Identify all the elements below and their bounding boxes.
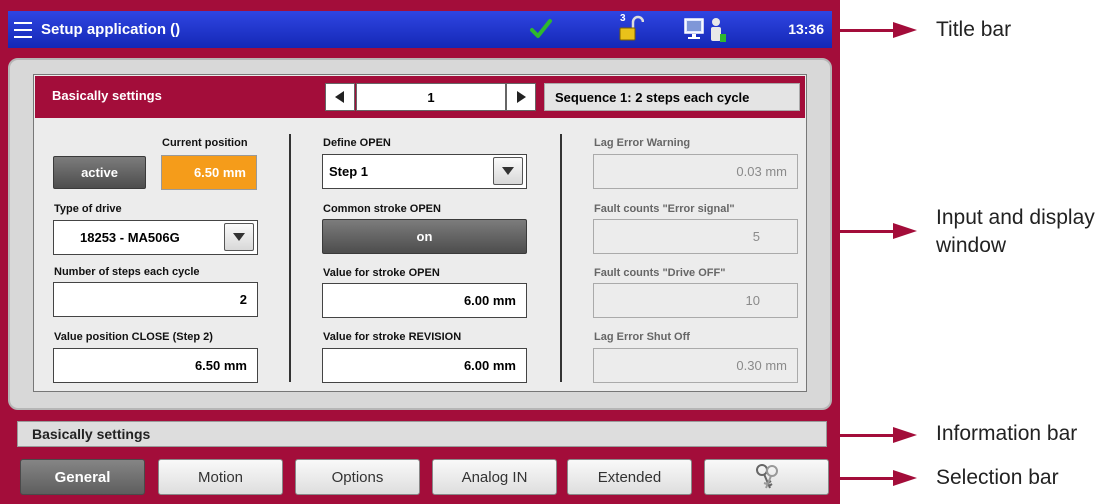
active-button[interactable]: active	[53, 156, 146, 189]
define-open-dropdown[interactable]: Step 1	[322, 154, 527, 189]
define-open-value: Step 1	[329, 164, 369, 179]
monitor-icon	[684, 18, 704, 39]
information-bar: Basically settings	[17, 421, 827, 447]
screenshot: Setup application () 3 13:36 Basically s…	[0, 0, 1120, 504]
column-divider	[289, 134, 291, 382]
tab-keys[interactable]	[704, 459, 829, 495]
lag-warning-value: 0.03 mm	[593, 154, 798, 189]
type-of-drive-dropdown[interactable]: 18253 - MA506G	[53, 220, 258, 255]
stroke-open-label: Value for stroke OPEN	[323, 267, 440, 279]
steps-each-cycle-label: Number of steps each cycle	[54, 266, 200, 278]
fault-error-signal-value: 5	[593, 219, 798, 254]
title-bar: Setup application () 3 13:36	[8, 11, 832, 48]
lag-shutoff-label: Lag Error Shut Off	[594, 331, 690, 343]
tab-extended[interactable]: Extended	[567, 459, 692, 495]
callout-arrow-icon	[893, 223, 917, 239]
close-position-label: Value position CLOSE (Step 2)	[54, 331, 213, 343]
tab-options[interactable]: Options	[295, 459, 420, 495]
callout-arrow-icon	[893, 22, 917, 38]
stroke-revision-label: Value for stroke REVISION	[323, 331, 462, 343]
lag-warning-label: Lag Error Warning	[594, 137, 691, 149]
lag-shutoff-value: 0.30 mm	[593, 348, 798, 383]
callout-arrow-icon	[893, 470, 917, 486]
current-position-value: 6.50 mm	[161, 155, 257, 190]
stroke-revision-input[interactable]: 6.00 mm	[322, 348, 527, 383]
type-of-drive-value: 18253 - MA506G	[80, 230, 180, 245]
chevron-down-icon	[502, 167, 514, 175]
arrow-right-icon	[517, 91, 526, 103]
arrow-left-icon	[335, 91, 344, 103]
clock: 13:36	[788, 21, 824, 37]
callout-information-bar: Information bar	[936, 422, 1078, 445]
keys-icon	[755, 464, 778, 489]
callout-line	[840, 230, 895, 233]
steps-each-cycle-input[interactable]: 2	[53, 282, 258, 317]
callout-line	[840, 29, 895, 32]
common-stroke-label: Common stroke OPEN	[323, 203, 441, 215]
app-title: Setup application ()	[41, 21, 181, 38]
close-position-input[interactable]: 6.50 mm	[53, 348, 258, 383]
checkmark-icon	[530, 19, 552, 38]
previous-sequence-button[interactable]	[325, 83, 355, 111]
type-of-drive-label: Type of drive	[54, 203, 122, 215]
common-stroke-toggle[interactable]: on	[322, 219, 527, 254]
operator-icon	[711, 18, 726, 42]
tab-analog-in[interactable]: Analog IN	[432, 459, 557, 495]
panel-title: Basically settings	[52, 88, 162, 103]
callout-input-display-window: Input and display window	[936, 206, 1095, 257]
dropdown-button[interactable]	[224, 223, 254, 251]
sequence-description: Sequence 1: 2 steps each cycle	[544, 83, 800, 111]
column-divider	[560, 134, 562, 382]
lock-level: 3	[620, 13, 626, 24]
fault-error-signal-label: Fault counts "Error signal"	[594, 203, 735, 215]
stroke-open-input[interactable]: 6.00 mm	[322, 283, 527, 318]
callout-line	[840, 477, 895, 480]
unlock-icon[interactable]: 3	[618, 13, 645, 49]
tab-motion[interactable]: Motion	[158, 459, 283, 495]
callout-line	[840, 434, 895, 437]
chevron-down-icon	[233, 233, 245, 241]
next-sequence-button[interactable]	[506, 83, 536, 111]
tab-general[interactable]: General	[20, 459, 145, 495]
menu-icon[interactable]	[14, 21, 32, 38]
fault-drive-off-label: Fault counts "Drive OFF"	[594, 267, 726, 279]
sequence-number[interactable]: 1	[356, 83, 506, 111]
define-open-label: Define OPEN	[323, 137, 391, 149]
callout-arrow-icon	[893, 427, 917, 443]
current-position-label: Current position	[162, 137, 248, 149]
callout-title-bar: Title bar	[936, 18, 1012, 41]
callout-selection-bar: Selection bar	[936, 466, 1059, 489]
fault-drive-off-value: 10	[593, 283, 798, 318]
dropdown-button[interactable]	[493, 157, 523, 185]
